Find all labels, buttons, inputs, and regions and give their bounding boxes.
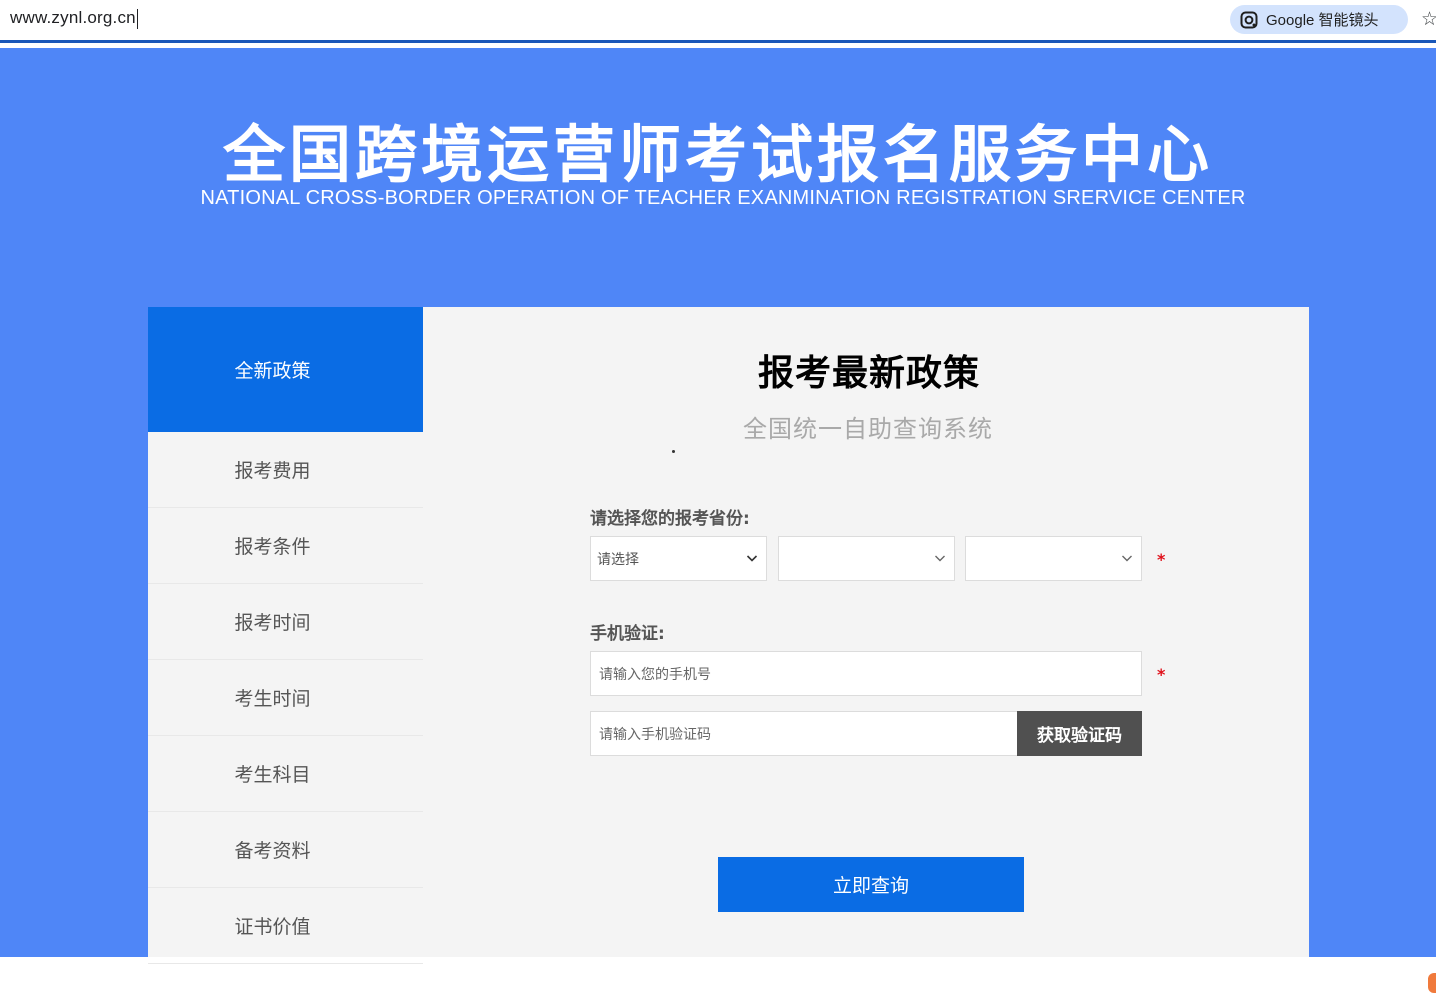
province-select[interactable]: 请选择 xyxy=(590,536,767,581)
chevron-down-icon xyxy=(1122,555,1132,562)
sidebar-item-label: 全新政策 xyxy=(234,360,311,382)
page-background: 全国跨境运营师考试报名服务中心 NATIONAL CROSS-BORDER OP… xyxy=(0,48,1436,993)
query-submit-button[interactable]: 立即查询 xyxy=(718,857,1024,912)
sidebar-nav: 全新政策 报考费用 报考条件 报考时间 考生时间 考生科目 备考资料 证书价值 xyxy=(148,307,423,964)
required-mark: * xyxy=(1157,550,1166,569)
chevron-down-icon xyxy=(746,555,758,562)
sidebar-item-exam-fee[interactable]: 报考费用 xyxy=(148,432,423,508)
sidebar-item-certificate-value[interactable]: 证书价值 xyxy=(148,888,423,964)
sidebar-item-label: 备考资料 xyxy=(234,840,311,862)
google-lens-label: Google 智能镜头 xyxy=(1266,12,1379,29)
sidebar-item-exam-subjects[interactable]: 考生科目 xyxy=(148,736,423,812)
city-select[interactable] xyxy=(778,536,955,581)
text-caret xyxy=(136,8,138,29)
sidebar-item-label: 考生科目 xyxy=(234,764,311,786)
site-title: 全国跨境运营师考试报名服务中心 xyxy=(222,118,1213,191)
phone-label: 手机验证: xyxy=(590,624,665,644)
sidebar-item-label: 报考费用 xyxy=(234,460,311,482)
code-placeholder: 请输入手机验证码 xyxy=(599,726,711,743)
sidebar-item-study-materials[interactable]: 备考资料 xyxy=(148,812,423,888)
browser-address-bar: www.zynl.org.cn Google 智能镜头 ☆ xyxy=(0,0,1436,40)
sidebar-item-registration-time[interactable]: 报考时间 xyxy=(148,584,423,660)
bookmark-star-icon[interactable]: ☆ xyxy=(1421,8,1436,30)
sidebar-item-label: 考生时间 xyxy=(234,688,311,710)
sidebar-item-label: 报考时间 xyxy=(234,612,311,634)
url-field[interactable]: www.zynl.org.cn xyxy=(10,8,138,29)
verification-code-input[interactable]: 请输入手机验证码 xyxy=(590,711,1018,756)
province-label: 请选择您的报考省份: xyxy=(590,509,750,529)
stray-dot xyxy=(672,450,675,453)
province-select-value: 请选择 xyxy=(597,551,639,568)
panel-title: 报考最新政策 xyxy=(757,353,980,394)
sidebar-item-exam-time[interactable]: 考生时间 xyxy=(148,660,423,736)
google-lens-icon xyxy=(1240,11,1258,28)
google-lens-button[interactable]: Google 智能镜头 xyxy=(1230,5,1408,34)
sidebar-item-label: 报考条件 xyxy=(234,536,311,558)
chevron-down-icon xyxy=(935,555,945,562)
sidebar-item-new-policy[interactable]: 全新政策 xyxy=(148,307,423,432)
get-code-button[interactable]: 获取验证码 xyxy=(1017,711,1142,756)
query-panel: 报考最新政策 全国统一自助查询系统 请选择您的报考省份: 请选择 * 手机验证:… xyxy=(423,307,1309,957)
district-select[interactable] xyxy=(965,536,1142,581)
phone-placeholder: 请输入您的手机号 xyxy=(599,666,711,683)
site-subtitle: NATIONAL CROSS-BORDER OPERATION OF TEACH… xyxy=(200,187,1246,209)
required-mark: * xyxy=(1157,665,1166,684)
floating-widget-edge[interactable] xyxy=(1428,973,1436,993)
sidebar-item-exam-requirements[interactable]: 报考条件 xyxy=(148,508,423,584)
phone-input[interactable]: 请输入您的手机号 xyxy=(590,651,1142,696)
url-text: www.zynl.org.cn xyxy=(10,8,136,27)
panel-subtitle: 全国统一自助查询系统 xyxy=(743,415,993,443)
sidebar-item-label: 证书价值 xyxy=(234,916,311,938)
